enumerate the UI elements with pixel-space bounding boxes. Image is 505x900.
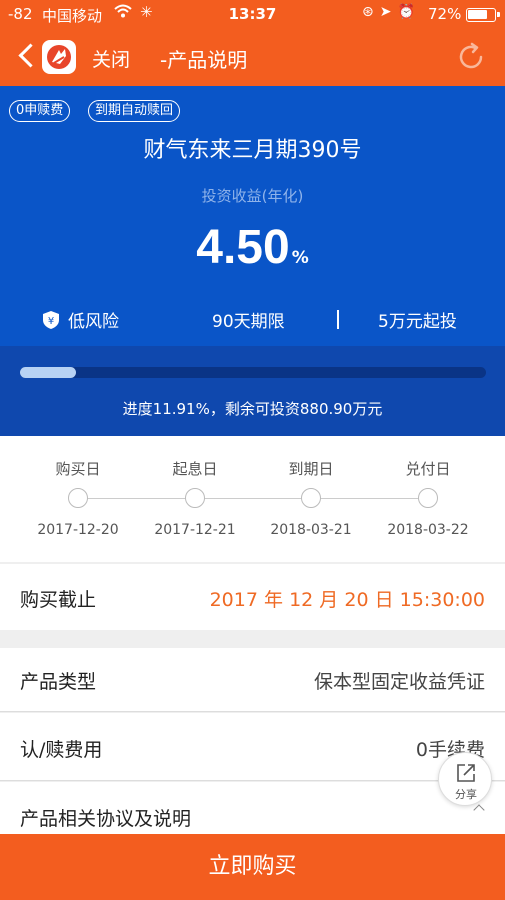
product-type-row: 产品类型 保本型固定收益凭证: [0, 648, 505, 712]
shield-icon: ¥: [42, 310, 60, 335]
share-icon: [457, 764, 475, 782]
status-icons: ⊛➤⏰: [362, 4, 421, 20]
deadline-time: 15:30:00: [399, 589, 485, 611]
progress-bar: [20, 367, 76, 378]
timeline-date: 2018-03-22: [387, 522, 469, 538]
yield-label: 投资收益(年化): [201, 187, 304, 205]
progress-section: 进度11.91%，剩余可投资880.90万元: [0, 346, 505, 436]
purchase-deadline-value: 2017 年 12 月 20 日 15:30:00: [210, 585, 485, 612]
top-bar: -82 中国移动 ✳ 13:37 ⊛➤⏰ 72% 关闭 -产品说明: [0, 0, 505, 86]
rotation-lock-icon: ⊛: [362, 4, 380, 20]
timeline-dot: [418, 488, 438, 508]
app-logo: [42, 40, 76, 74]
nav-bar: 关闭 -产品说明: [0, 30, 505, 86]
status-bar: -82 中国移动 ✳ 13:37 ⊛➤⏰ 72%: [0, 0, 505, 30]
timeline-item-payout: 兑付日 2018-03-22: [363, 436, 493, 562]
timeline-item-purchase: 购买日 2017-12-20: [13, 436, 143, 562]
timeline-item-value-date: 起息日 2017-12-21: [130, 436, 260, 562]
alarm-icon: ⏰: [397, 4, 421, 20]
feature-term: 90天期限: [212, 312, 285, 332]
timeline-item-maturity: 到期日 2018-03-21: [246, 436, 376, 562]
deadline-year: 2017: [209, 589, 258, 611]
purchase-deadline-row: 购买截止 2017 年 12 月 20 日 15:30:00: [0, 564, 505, 630]
feature-min-invest: 5万元起投: [378, 312, 457, 332]
buy-now-button[interactable]: 立即购买: [0, 834, 505, 900]
timeline-label: 到期日: [288, 460, 334, 478]
timeline-label: 起息日: [172, 460, 218, 478]
progress-track: [20, 367, 486, 378]
timeline: 购买日 2017-12-20 起息日 2017-12-21 到期日 2018-0…: [0, 436, 505, 562]
battery-icon: [466, 8, 500, 22]
feature-risk: ¥ 低风险: [42, 307, 119, 335]
product-name: 财气东来三月期390号: [143, 138, 362, 163]
product-type-label: 产品类型: [20, 671, 97, 693]
timeline-dot: [185, 488, 205, 508]
close-button[interactable]: 关闭: [92, 45, 130, 72]
timeline-date: 2017-12-21: [154, 522, 236, 538]
page-title: -产品说明: [160, 48, 248, 72]
tag-auto-redeem: 到期自动赎回: [88, 100, 181, 122]
location-icon: ➤: [379, 4, 398, 20]
share-button[interactable]: 分享: [438, 752, 492, 806]
product-docs-row[interactable]: 产品相关协议及说明: [0, 782, 505, 834]
battery-percent: 72%: [428, 5, 462, 23]
deadline-month-unit: 月: [319, 589, 339, 611]
back-button[interactable]: [14, 39, 40, 73]
product-hero: 0申赎费 到期自动赎回 财气东来三月期390号 投资收益(年化) 4.50% ¥…: [0, 86, 505, 346]
timeline-date: 2018-03-21: [270, 522, 352, 538]
deadline-day: 20: [344, 589, 369, 611]
deadline-day-unit: 日: [374, 589, 394, 611]
deadline-month: 12: [289, 589, 314, 611]
yield-rate-value: 4.50: [196, 221, 290, 274]
tag-no-fee: 0申赎费: [9, 100, 71, 122]
product-type-value: 保本型固定收益凭证: [313, 671, 485, 693]
fee-row: 认/赎费用 0手续费: [0, 713, 505, 781]
refresh-icon[interactable]: [455, 41, 487, 73]
timeline-dot: [68, 488, 88, 508]
feature-divider: [337, 310, 339, 329]
timeline-dot: [301, 488, 321, 508]
progress-text: 进度11.91%，剩余可投资880.90万元: [122, 400, 383, 418]
feature-risk-label: 低风险: [68, 312, 119, 332]
fee-label: 认/赎费用: [20, 739, 103, 761]
purchase-deadline-label: 购买截止: [20, 589, 97, 611]
yield-rate: 4.50%: [0, 220, 505, 275]
svg-text:¥: ¥: [48, 316, 54, 327]
product-docs-label: 产品相关协议及说明: [20, 808, 192, 830]
deadline-year-unit: 年: [264, 589, 284, 611]
timeline-label: 购买日: [55, 460, 101, 478]
share-label: 分享: [455, 788, 477, 801]
timeline-date: 2017-12-20: [37, 522, 119, 538]
chevron-up-icon: [473, 804, 485, 816]
yield-rate-unit: %: [291, 248, 309, 268]
timeline-label: 兑付日: [405, 460, 451, 478]
